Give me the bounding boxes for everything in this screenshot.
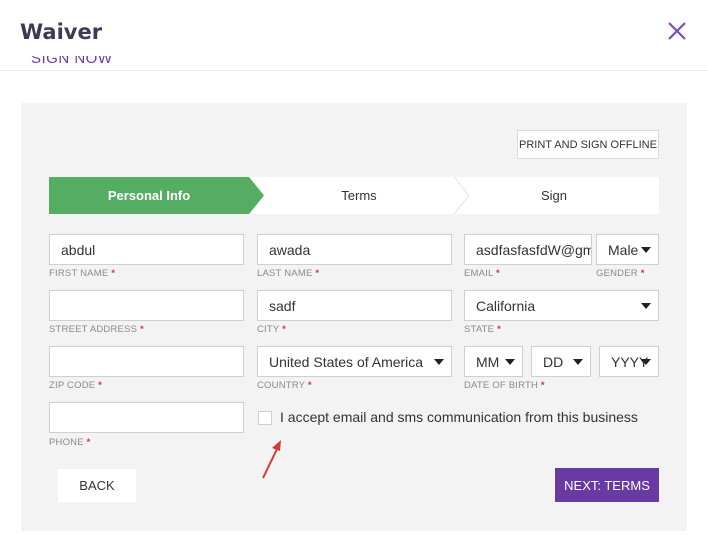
city-label: CITY * — [257, 324, 287, 335]
state-select[interactable]: California — [464, 290, 659, 321]
phone-input[interactable] — [49, 402, 244, 433]
consent-checkbox[interactable] — [258, 411, 272, 425]
gender-select[interactable]: Male — [596, 234, 659, 265]
chevron-down-icon — [505, 359, 515, 365]
phone-label: PHONE * — [49, 437, 91, 448]
step-terms[interactable]: Terms — [259, 177, 459, 214]
gender-value: Male — [608, 241, 639, 258]
back-button[interactable]: BACK — [58, 469, 136, 502]
email-label: EMAIL * — [464, 268, 500, 279]
dob-day-select[interactable]: DD — [531, 346, 591, 377]
waiver-form-panel: PRINT AND SIGN OFFLINE Personal Info Ter… — [21, 103, 687, 531]
country-select[interactable]: United States of America — [257, 346, 452, 377]
consent-label[interactable]: I accept email and sms communication fro… — [280, 409, 638, 425]
last-name-input[interactable]: awada — [257, 234, 452, 265]
zip-code-label: ZIP CODE * — [49, 380, 103, 391]
next-terms-button[interactable]: NEXT: TERMS — [555, 468, 659, 502]
modal-title: Waiver — [20, 20, 103, 44]
chevron-down-icon — [641, 359, 651, 365]
gender-label: GENDER * — [596, 268, 645, 279]
annotation-arrow-icon — [262, 440, 281, 479]
chevron-down-icon — [641, 247, 651, 253]
dob-year-select[interactable]: YYYY — [599, 346, 659, 377]
step-personal-info[interactable]: Personal Info — [49, 177, 249, 214]
sign-now-heading: SIGN NOW — [31, 56, 113, 67]
chevron-down-icon — [573, 359, 583, 365]
state-value: California — [476, 297, 536, 314]
street-address-input[interactable] — [49, 290, 244, 321]
email-input[interactable]: asdfasfasfdW@gmail.com — [464, 234, 592, 265]
last-name-label: LAST NAME * — [257, 268, 320, 279]
header-divider — [0, 70, 707, 71]
chevron-down-icon — [434, 359, 444, 365]
city-input[interactable]: sadf — [257, 290, 452, 321]
close-icon[interactable] — [666, 20, 688, 42]
dob-month-value: MM — [476, 353, 500, 370]
dob-label: DATE OF BIRTH * — [464, 380, 545, 391]
dob-day-value: DD — [543, 353, 564, 370]
zip-code-input[interactable] — [49, 346, 244, 377]
country-value: United States of America — [269, 353, 424, 370]
country-label: COUNTRY * — [257, 380, 312, 391]
first-name-label: FIRST NAME * — [49, 268, 116, 279]
chevron-down-icon — [641, 303, 651, 309]
street-address-label: STREET ADDRESS * — [49, 324, 144, 335]
wizard-steps: Personal Info Terms Sign — [49, 177, 659, 214]
step-sign[interactable]: Sign — [454, 177, 654, 214]
first-name-input[interactable]: abdul — [49, 234, 244, 265]
print-and-sign-offline-button[interactable]: PRINT AND SIGN OFFLINE — [517, 130, 659, 159]
state-label: STATE * — [464, 324, 501, 335]
dob-month-select[interactable]: MM — [464, 346, 523, 377]
